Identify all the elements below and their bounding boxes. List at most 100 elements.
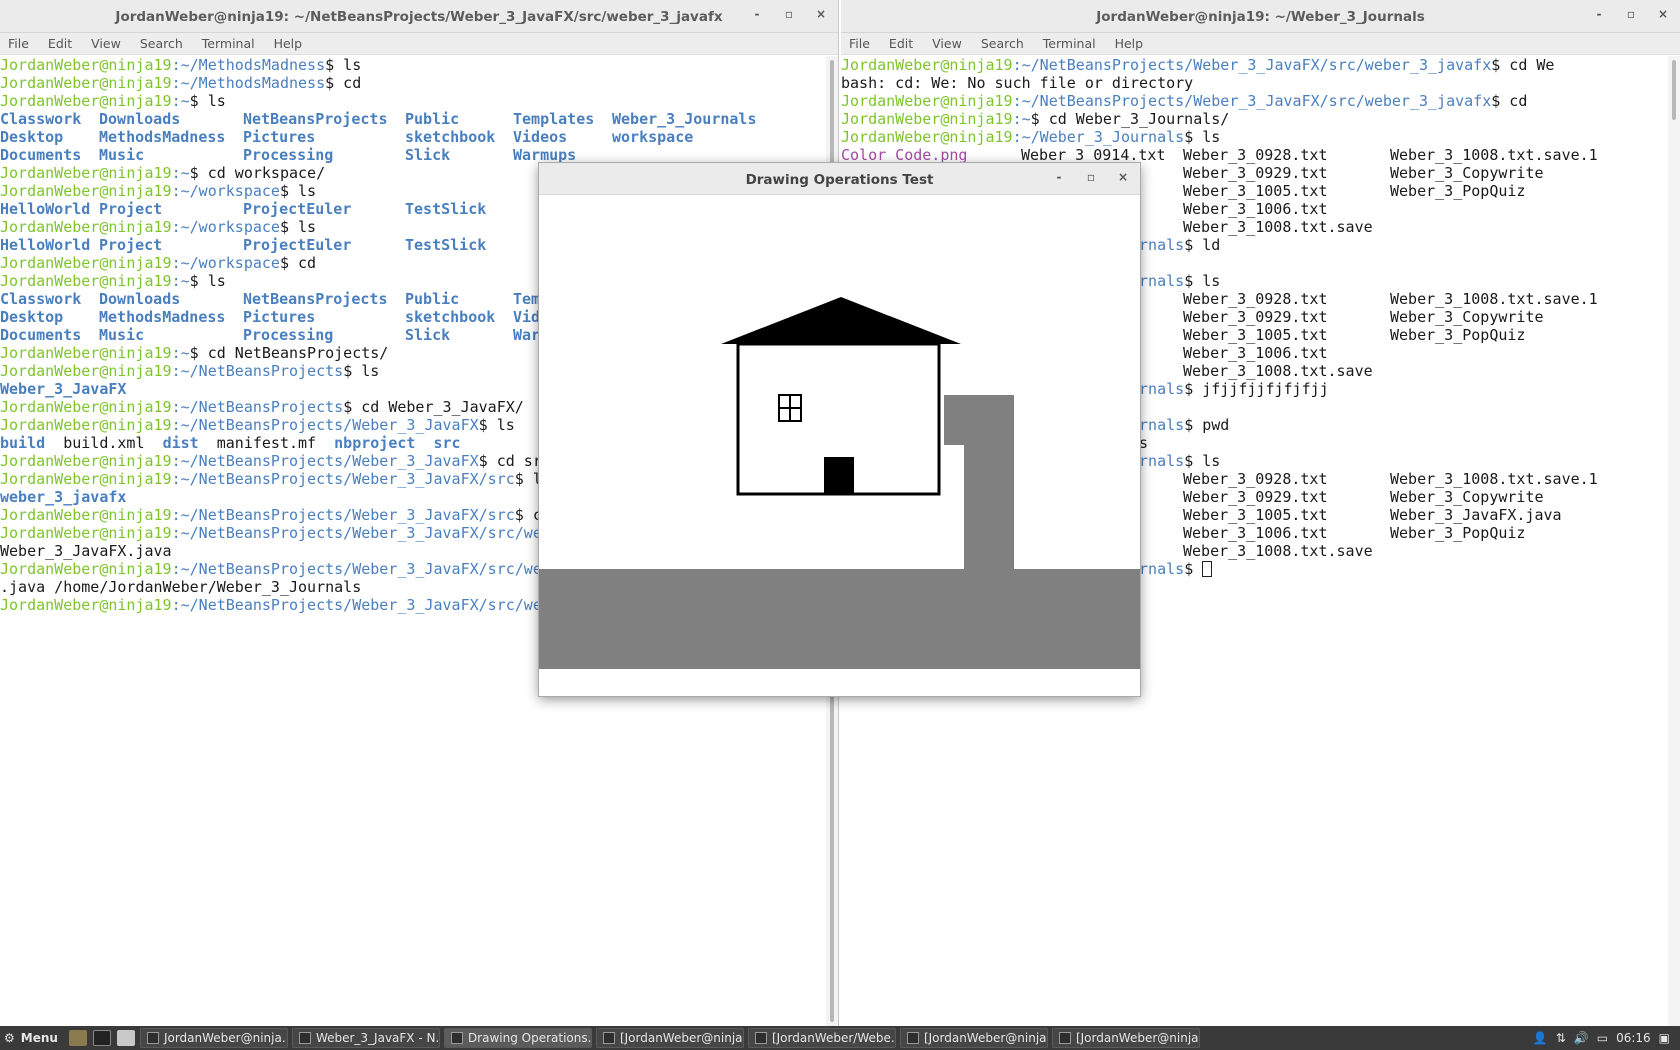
prompt-user: JordanWeber@ninja19 [841,128,1013,146]
terminal-menubar: File Edit View Search Terminal Help [841,33,1680,55]
file-entry: Weber_3_1006.txt [1183,344,1328,362]
network-icon[interactable]: ⇅ [1556,1031,1566,1045]
scrollbar[interactable] [1668,56,1680,1026]
close-button[interactable]: × [1114,170,1132,184]
menu-file[interactable]: File [849,36,870,51]
prompt-user: JordanWeber@ninja19 [841,56,1013,74]
taskbar-item[interactable]: [JordanWeber@ninja... [595,1028,744,1048]
notification-icon[interactable]: ▣ [1659,1031,1670,1045]
menu-edit[interactable]: Edit [48,36,72,51]
maximize-button[interactable]: ▫ [1082,170,1100,184]
taskbar-item[interactable]: JordanWeber@ninja... [139,1028,288,1048]
directory-entry: Weber_3_JavaFX [0,380,127,398]
command-text: $ cd [325,74,362,92]
file-entry: Weber_3_PopQuiz [1390,182,1526,200]
directory-entry: Downloads [99,110,181,128]
taskbar: ⚙ Menu JordanWeber@ninja... Weber_3_JavaF… [0,1026,1680,1050]
menu-terminal[interactable]: Terminal [1043,36,1096,51]
prompt-path: :~ [171,344,190,362]
minimize-button[interactable]: - [1590,7,1608,21]
house-door [824,457,854,494]
terminal-launcher-icon[interactable] [92,1030,111,1046]
system-tray: 👤 ⇅ 🔊 ▭ 06:16 ▣ [1533,1031,1680,1045]
file-entry: Weber_3_0928.txt [1183,290,1328,308]
house-roof [721,297,961,344]
prompt-line: JordanWeber@ninja19:~$ cd Weber_3_Journa… [841,110,1666,128]
menu-help[interactable]: Help [1115,36,1144,51]
drawing-operations-window[interactable]: Drawing Operations Test - ▫ × [539,163,1140,696]
prompt-path: :~/NetBeansProjects/Weber_3_JavaFX [171,416,479,434]
right-terminal-titlebar[interactable]: JordanWeber@ninja19: ~/Weber_3_Journals … [841,0,1680,33]
directory-entry: Classwork [0,110,82,128]
taskbar-item[interactable]: Weber_3_JavaFX - N... [291,1028,440,1048]
menu-help[interactable]: Help [274,36,303,51]
prompt-path: :~ [171,164,190,182]
files-launcher-icon[interactable] [116,1030,135,1046]
clock[interactable]: 06:16 [1616,1031,1651,1045]
taskbar-item-label: [JordanWeber@ninja... [1075,1031,1200,1045]
maximize-button[interactable]: ▫ [780,7,798,21]
scrollbar-thumb[interactable] [1672,60,1676,120]
show-desktop-icon[interactable] [68,1030,87,1046]
directory-entry: Downloads [99,290,181,308]
window-title: JordanWeber@ninja19: ~/Weber_3_Journals [1096,9,1425,25]
left-terminal-titlebar[interactable]: JordanWeber@ninja19: ~/NetBeansProjects/… [0,0,838,33]
prompt-user: JordanWeber@ninja19 [0,218,172,236]
prompt-line: JordanWeber@ninja19:~/NetBeansProjects/W… [841,92,1666,110]
file-entry [1390,344,1610,362]
directory-entry: Templates [513,110,595,128]
directory-entry: Slick [405,146,451,164]
minimize-button[interactable]: - [1050,170,1068,184]
ls-output-row: Classwork Downloads NetBeansProjects Public… [0,110,824,128]
window-icon [602,1032,615,1044]
taskbar-item[interactable]: [JordanWeber/Webe... [747,1028,896,1048]
command-text: $ cd [1491,92,1528,110]
taskbar-item[interactable]: [JordanWeber@ninja... [899,1028,1048,1048]
prompt-path: :~/NetBeansProjects/Weber_3_JavaFX [171,452,479,470]
directory-entry [612,146,772,164]
prompt-user: JordanWeber@ninja19 [0,344,172,362]
window-title: JordanWeber@ninja19: ~/NetBeansProjects/… [115,9,723,25]
directory-entry: MethodsMadness [99,308,226,326]
prompt-path: :~/Weber_3_Journals [1012,128,1185,146]
directory-entry: src [433,434,461,452]
prompt-user: JordanWeber@ninja19 [0,416,172,434]
prompt-path: :~/workspace [171,218,280,236]
file-entry [1390,200,1610,218]
maximize-button[interactable]: ▫ [1622,7,1640,21]
menu-search[interactable]: Search [981,36,1024,51]
menu-view[interactable]: View [91,36,121,51]
taskbar-item-label: JordanWeber@ninja... [163,1031,288,1045]
start-menu-button[interactable]: ⚙ Menu [0,1031,66,1045]
menu-edit[interactable]: Edit [889,36,913,51]
prompt-user: JordanWeber@ninja19 [841,110,1013,128]
directory-entry: Weber_3_Journals [612,110,757,128]
close-button[interactable]: × [1654,7,1672,21]
file-entry: build.xml [63,434,145,452]
file-entry: Weber_3_1005.txt [1183,506,1328,524]
directory-entry: MethodsMadness [99,128,226,146]
battery-icon[interactable]: ▭ [1597,1031,1608,1045]
menu-label: Menu [20,1031,58,1045]
menu-file[interactable]: File [8,36,29,51]
menu-view[interactable]: View [932,36,962,51]
directory-entry: NetBeansProjects [243,290,388,308]
prompt-user: JordanWeber@ninja19 [0,164,172,182]
prompt-user: JordanWeber@ninja19 [0,182,172,200]
ls-output-row: Color_Code.png Weber_3_0914.txt Weber_3_09… [841,146,1666,164]
taskbar-item-label: Drawing Operations... [467,1031,592,1045]
command-text: $ cd We [1491,56,1555,74]
menu-terminal[interactable]: Terminal [202,36,255,51]
prompt-path: :~/NetBeansProjects/Weber_3_JavaFX/src/w… [1012,56,1492,74]
volume-icon[interactable]: 🔊 [1574,1031,1589,1045]
close-button[interactable]: × [812,7,830,21]
user-icon[interactable]: 👤 [1533,1031,1548,1045]
menu-search[interactable]: Search [140,36,183,51]
taskbar-item[interactable]: Drawing Operations... [443,1028,592,1048]
minimize-button[interactable]: - [748,7,766,21]
taskbar-item[interactable]: [JordanWeber@ninja... [1051,1028,1200,1048]
command-text: $ cd NetBeansProjects/ [189,344,389,362]
window-icon [146,1032,159,1044]
drawing-window-titlebar[interactable]: Drawing Operations Test - ▫ × [539,163,1140,195]
command-text: $ ls [189,272,226,290]
